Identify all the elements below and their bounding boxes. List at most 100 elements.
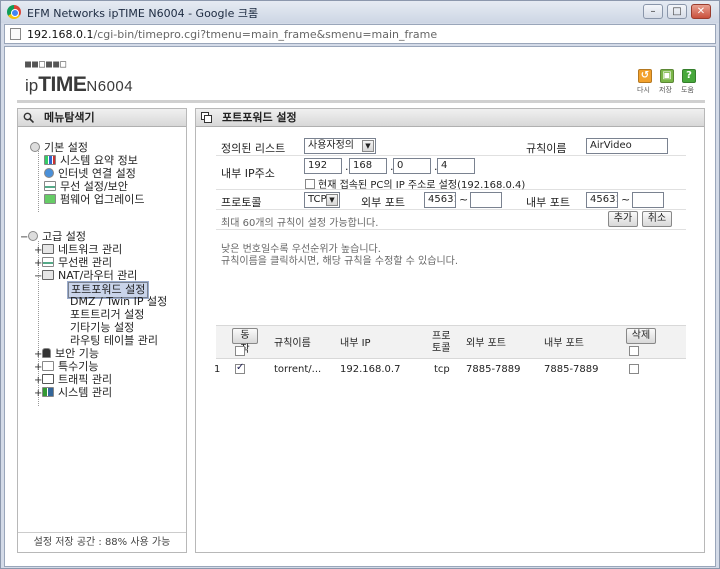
menu-basic[interactable]: 기본 설정	[30, 141, 88, 154]
refresh-button[interactable]: ↺ 다시	[637, 69, 653, 94]
port-forward-panel: 포트포워드 설정 정의된 리스트 사용자정의 ▼ 규칙이름 AirVideo 내부…	[195, 108, 705, 553]
internal-port-to[interactable]	[632, 192, 664, 208]
chrome-icon	[7, 5, 21, 19]
ip-octet-2[interactable]: 168	[349, 158, 387, 174]
iptime-logo: ipTIMEN6004	[25, 73, 134, 96]
chevron-down-icon: ▼	[362, 140, 374, 152]
menu-explorer: 메뉴탐색기 기본 설정 시스템 요약 정보 인터넷 연결 설정 무선 설정/보안…	[17, 108, 187, 553]
page-header: ■■□■■□ ipTIMEN6004 ↺ 다시 ▣ 저장 ? 도움	[17, 49, 705, 103]
url-text[interactable]: 192.168.0.1/cgi-bin/timepro.cgi?tmenu=ma…	[27, 28, 437, 41]
browser-window: EFM Networks ipTIME N6004 - Google 크롬 – …	[0, 0, 720, 569]
system-icon	[42, 387, 54, 397]
menu-misc[interactable]: 기타기능 설정	[70, 321, 134, 334]
rule-name-input[interactable]: AirVideo	[586, 138, 668, 154]
address-bar[interactable]: 192.168.0.1/cgi-bin/timepro.cgi?tmenu=ma…	[4, 24, 716, 44]
ip-octet-1[interactable]: 192	[304, 158, 342, 174]
lock-icon	[42, 348, 51, 358]
rule-name-link[interactable]: torrent/...	[274, 364, 321, 375]
external-port-from[interactable]: 45631	[424, 192, 456, 208]
preset-label: 정의된 리스트	[221, 142, 286, 155]
window-title: EFM Networks ipTIME N6004 - Google 크롬	[27, 7, 259, 20]
protocol-select[interactable]: TCP ▼	[304, 192, 340, 208]
rule-enabled-checkbox[interactable]	[235, 362, 245, 374]
header-external-port: 외부 포트	[466, 338, 506, 349]
special-icon	[42, 361, 54, 371]
rule-internal-ip: 192.168.0.7	[340, 364, 401, 375]
external-port-label: 외부 포트	[361, 196, 405, 209]
cancel-button[interactable]: 취소	[642, 211, 672, 227]
toolbar: ↺ 다시 ▣ 저장 ? 도움	[637, 69, 697, 94]
header-protocol-1: 프로	[432, 331, 451, 342]
delete-button[interactable]: 삭제	[626, 328, 656, 344]
use-current-ip-option[interactable]: 현재 접속된 PC의 IP 주소로 설정(192.168.0.4)	[305, 176, 525, 191]
rule-name-label: 규칙이름	[526, 142, 567, 155]
wireless-icon	[42, 257, 54, 267]
close-button[interactable]: ✕	[691, 4, 711, 19]
row-index: 1	[214, 364, 221, 375]
logo-mark: ■■□■■□	[25, 59, 68, 70]
menu-nat-router[interactable]: − NAT/라우터 관리	[34, 269, 137, 283]
menu-security[interactable]: + 보안 기능	[34, 347, 99, 361]
menu-wireless-setup[interactable]: 무선 설정/보안	[44, 180, 128, 193]
preset-select[interactable]: 사용자정의 ▼	[304, 138, 376, 154]
header-internal-port: 내부 포트	[544, 338, 584, 349]
menu-internet-setup[interactable]: 인터넷 연결 설정	[44, 167, 136, 180]
menu-dmz[interactable]: DMZ / Twin IP 설정	[70, 295, 167, 308]
chevron-down-icon: ▼	[326, 194, 338, 206]
menu-routing-table[interactable]: 라우팅 테이블 관리	[70, 334, 158, 347]
menu-network[interactable]: + 네트워크 관리	[34, 243, 122, 257]
title-bar: EFM Networks ipTIME N6004 - Google 크롬 – …	[1, 1, 719, 23]
menu-firmware-upgrade[interactable]: 펌웨어 업그레이드	[44, 193, 144, 206]
internal-ip-label: 내부 IP주소	[221, 167, 275, 180]
menu-system[interactable]: + 시스템 관리	[34, 386, 112, 400]
delete-all-checkbox[interactable]	[629, 346, 639, 356]
header-rule-name: 규칙이름	[274, 338, 311, 349]
menu-explorer-title: 메뉴탐색기	[44, 111, 95, 124]
header-internal-ip: 내부 IP	[340, 338, 371, 349]
magnifier-icon	[23, 112, 34, 123]
menu-traffic[interactable]: + 트래픽 관리	[34, 373, 112, 387]
settings-icon	[30, 142, 40, 152]
internal-port-from[interactable]: 45631	[586, 192, 618, 208]
menu-advanced[interactable]: − 고급 설정	[20, 230, 86, 244]
select-all-checkbox[interactable]	[235, 346, 245, 356]
settings-icon	[28, 231, 38, 241]
wireless-icon	[44, 181, 56, 191]
use-current-ip-checkbox[interactable]	[305, 179, 315, 189]
ip-octet-4[interactable]: 4	[437, 158, 475, 174]
table-row: 1 torrent/... 192.168.0.7 tcp 7885-7889 …	[214, 361, 686, 379]
storage-status: 설정 저장 공간 : 88% 사용 가능	[18, 532, 186, 552]
menu-explorer-header: 메뉴탐색기	[18, 109, 186, 127]
menu-system-summary[interactable]: 시스템 요약 정보	[44, 154, 138, 167]
panel-title: 포트포워드 설정	[222, 111, 297, 124]
menu-wireless-lan[interactable]: + 무선랜 관리	[34, 256, 112, 270]
max-rules-note: 최대 60개의 규칙이 설정 가능합니다.	[221, 218, 379, 229]
protocol-label: 프로토콜	[221, 196, 262, 209]
window-icon	[201, 112, 212, 123]
maximize-button[interactable]: □	[667, 4, 687, 19]
header-protocol-2: 토콜	[432, 343, 451, 354]
upgrade-icon	[44, 194, 56, 204]
menu-special[interactable]: + 특수기능	[34, 360, 98, 374]
router-page: ■■□■■□ ipTIMEN6004 ↺ 다시 ▣ 저장 ? 도움 메뉴탐색기 기본 …	[4, 46, 716, 567]
rule-internal-port: 7885-7889	[544, 364, 599, 375]
add-button[interactable]: 추가	[608, 211, 638, 227]
router-icon	[42, 270, 54, 280]
ip-octet-3[interactable]: 0	[393, 158, 431, 174]
save-icon: ▣	[660, 69, 674, 83]
edit-hint-note: 규칙이름을 클릭하시면, 해당 규칙을 수정할 수 있습니다.	[221, 256, 459, 267]
rule-delete-checkbox[interactable]	[629, 364, 639, 374]
traffic-icon	[42, 374, 54, 384]
network-icon	[42, 244, 54, 254]
rules-table-header: 동작 규칙이름 내부 IP 프로 토콜 외부 포트 내부 포트 삭제	[216, 325, 686, 359]
menu-port-trigger[interactable]: 포트트리거 설정	[70, 308, 144, 321]
internal-port-label: 내부 포트	[526, 196, 570, 209]
action-button[interactable]: 동작	[232, 328, 258, 355]
save-button[interactable]: ▣ 저장	[659, 69, 675, 94]
chart-icon	[44, 155, 56, 165]
help-button[interactable]: ? 도움	[681, 69, 697, 94]
external-port-to[interactable]	[470, 192, 502, 208]
minimize-button[interactable]: –	[643, 4, 663, 19]
rule-protocol: tcp	[434, 364, 450, 375]
panel-header: 포트포워드 설정	[196, 109, 704, 127]
